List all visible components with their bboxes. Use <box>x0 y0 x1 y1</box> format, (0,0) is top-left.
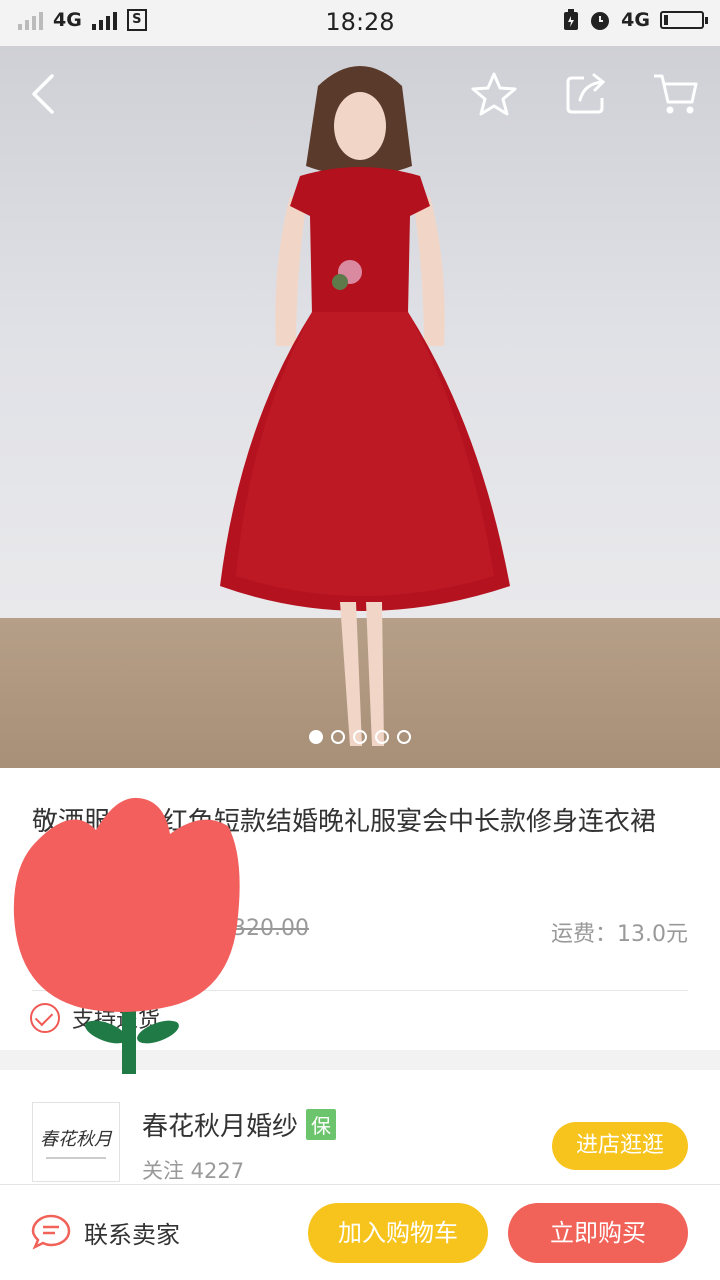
carousel-dot[interactable] <box>331 730 345 744</box>
carousel-dot[interactable] <box>375 730 389 744</box>
bottom-action-bar: 联系卖家 加入购物车 立即购买 <box>0 1184 720 1280</box>
back-icon[interactable] <box>16 66 72 122</box>
carousel-dots <box>0 730 720 744</box>
original-price: 320.00 <box>232 916 309 941</box>
contact-seller-button[interactable]: 联系卖家 <box>30 1213 180 1251</box>
cart-icon[interactable] <box>648 66 704 122</box>
check-circle-icon <box>30 1003 60 1033</box>
battery-level <box>664 15 668 25</box>
carousel-dot[interactable] <box>353 730 367 744</box>
return-support-label: 支持退货 <box>72 1008 161 1033</box>
shipping-fee: 运费：13.0元 <box>551 922 688 947</box>
star-icon[interactable] <box>466 66 522 122</box>
visit-store-button[interactable]: 进店逛逛 <box>552 1122 688 1170</box>
carousel-dot[interactable] <box>397 730 411 744</box>
store-name-row[interactable]: 春花秋月婚纱 保 <box>142 1106 337 1143</box>
divider <box>32 990 688 991</box>
add-to-cart-button[interactable]: 加入购物车 <box>308 1203 488 1263</box>
battery-saver-icon <box>564 9 579 30</box>
alarm-icon <box>591 12 610 30</box>
store-followers: 关注 4227 <box>142 1159 245 1183</box>
buy-now-button[interactable]: 立即购买 <box>508 1203 688 1263</box>
status-bar: 4G S 18:28 4G <box>0 0 720 46</box>
product-image-carousel[interactable] <box>0 46 720 768</box>
store-logo[interactable]: 春花秋月 <box>32 1102 120 1182</box>
carousel-dot[interactable] <box>309 730 323 744</box>
product-photo-dress <box>220 66 510 746</box>
status-right: 4G <box>563 9 708 31</box>
section-separator <box>0 1050 720 1070</box>
chat-icon <box>31 1214 71 1250</box>
contact-seller-label: 联系卖家 <box>84 1220 180 1249</box>
product-title: 敬酒服新娘红色短款结婚晚礼服宴会中长款修身连衣裙 <box>32 807 657 837</box>
store-logo-tagline <box>46 1157 106 1159</box>
guarantee-badge: 保 <box>306 1109 337 1140</box>
store-name: 春花秋月婚纱 <box>142 1112 299 1142</box>
battery-icon <box>660 11 708 29</box>
network-type-right: 4G <box>621 9 650 31</box>
share-icon[interactable] <box>558 66 614 122</box>
store-logo-text: 春花秋月 <box>40 1129 112 1150</box>
return-support: 支持退货 <box>30 1002 160 1034</box>
